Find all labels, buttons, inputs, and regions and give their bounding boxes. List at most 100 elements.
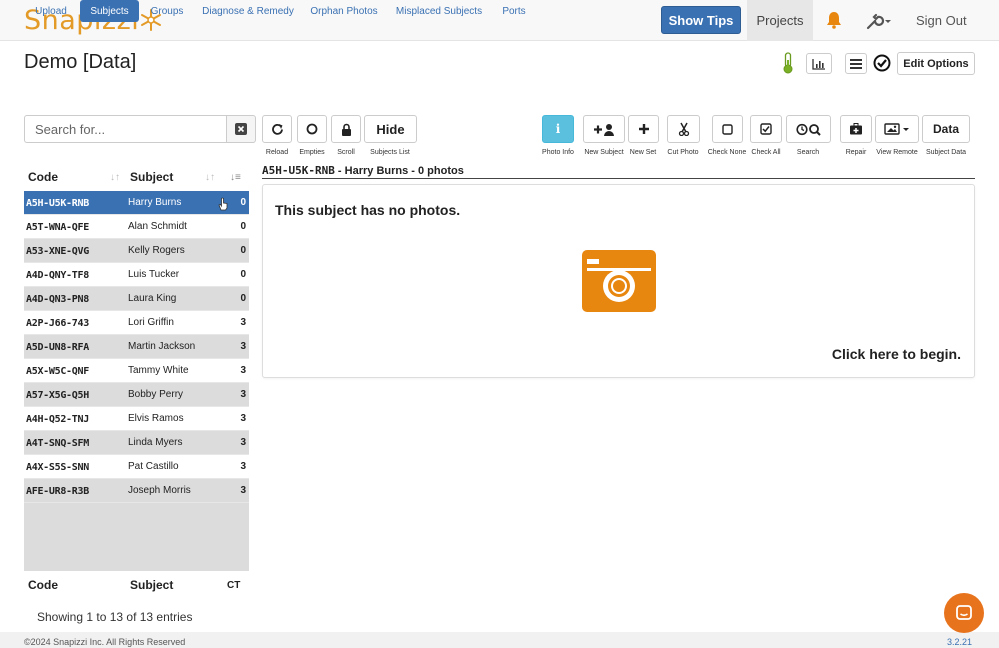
subject-code: A4H-Q52-TNJ	[26, 414, 89, 425]
cut-photo-label: Cut Photo	[667, 149, 699, 156]
table-row[interactable]: A2P-J66-743 Lori Griffin 3	[24, 311, 249, 335]
tab-misplaced-subjects[interactable]: Misplaced Subjects	[391, 0, 487, 22]
table-row[interactable]: A4D-QNY-TF8 Luis Tucker 0	[24, 263, 249, 287]
view-remote-label: View Remote	[876, 149, 918, 156]
subject-name: Harry Burns	[128, 197, 182, 208]
projects-nav-link[interactable]: Projects	[747, 0, 813, 41]
new-set-label: New Set	[629, 149, 657, 156]
view-remote-button[interactable]	[875, 115, 919, 143]
new-subject-button[interactable]	[583, 115, 625, 143]
scissors-icon	[678, 122, 689, 136]
tab-orphan-photos[interactable]: Orphan Photos	[305, 0, 383, 22]
subject-data-label: Subject Data	[925, 149, 967, 156]
check-none-button[interactable]	[712, 115, 743, 143]
subject-code: A5T-WNA-QFE	[26, 222, 89, 233]
bar-chart-icon	[812, 58, 825, 70]
repair-button[interactable]	[840, 115, 872, 143]
table-row[interactable]: A4D-QN3-PN8 Laura King 0	[24, 287, 249, 311]
click-to-begin-link[interactable]: Click here to begin.	[832, 346, 961, 362]
tab-diagnose-remedy[interactable]: Diagnose & Remedy	[199, 0, 297, 22]
wrench-icon[interactable]	[865, 12, 893, 30]
photo-info-button[interactable]: i	[542, 115, 574, 143]
check-circle-icon[interactable]	[873, 54, 891, 72]
lock-icon	[341, 123, 351, 136]
column-header-code[interactable]: Code	[28, 170, 58, 184]
table-row[interactable]: A5H-U5K-RNB Harry Burns 0	[24, 191, 249, 215]
list-icon	[850, 58, 862, 69]
sign-out-link[interactable]: Sign Out	[916, 13, 967, 28]
entries-info: Showing 1 to 13 of 13 entries	[37, 610, 193, 624]
search-input[interactable]	[24, 115, 226, 143]
search-button[interactable]	[786, 115, 831, 143]
edit-options-button[interactable]: Edit Options	[897, 52, 975, 75]
tab-groups[interactable]: Groups	[143, 0, 191, 22]
table-row[interactable]: A5D-UN8-RFA Martin Jackson 3	[24, 335, 249, 359]
reload-button[interactable]	[262, 115, 292, 143]
table-row[interactable]: A5X-W5C-QNF Tammy White 3	[24, 359, 249, 383]
search-label: Search	[796, 149, 820, 156]
table-row[interactable]: A4H-Q52-TNJ Elvis Ramos 3	[24, 407, 249, 431]
empties-button[interactable]	[297, 115, 327, 143]
sort-icon[interactable]: ↓↑	[205, 172, 215, 183]
tab-subjects[interactable]: Subjects	[80, 0, 139, 22]
subject-code: A5D-UN8-RFA	[26, 342, 89, 353]
tab-ports[interactable]: Ports	[495, 0, 533, 22]
subject-name: Linda Myers	[128, 437, 183, 448]
medkit-icon	[850, 123, 862, 135]
photo-dropzone[interactable]: This subject has no photos. Click here t…	[262, 184, 975, 378]
camera-icon[interactable]	[581, 249, 657, 313]
footer-header-ct: CT	[227, 580, 241, 591]
subject-detail-info: - Harry Burns - 0 photos	[337, 165, 464, 177]
stats-button[interactable]	[806, 53, 832, 74]
subject-name: Elvis Ramos	[128, 413, 184, 424]
cut-photo-button[interactable]	[667, 115, 700, 143]
no-photos-message: This subject has no photos.	[275, 202, 461, 218]
sort-icon[interactable]: ↓↑	[110, 172, 120, 183]
check-none-label: Check None	[707, 149, 747, 156]
table-row[interactable]: A5T-WNA-QFE Alan Schmidt 0	[24, 215, 249, 239]
reload-icon	[271, 123, 283, 135]
footer-header-code: Code	[28, 578, 58, 592]
checkbox-empty-icon	[722, 123, 733, 135]
scroll-lock-button[interactable]	[331, 115, 361, 143]
table-row[interactable]: A57-X5G-Q5H Bobby Perry 3	[24, 383, 249, 407]
subject-list[interactable]: A5H-U5K-RNB Harry Burns 0 A5T-WNA-QFE Alan …	[24, 191, 249, 571]
check-all-button[interactable]	[750, 115, 782, 143]
subject-name: Martin Jackson	[128, 341, 196, 352]
photo-count: 3	[240, 485, 246, 496]
photo-count: 3	[240, 389, 246, 400]
subject-name: Lori Griffin	[128, 317, 174, 328]
sort-ct-icon[interactable]: ↓≡	[230, 172, 241, 183]
table-row[interactable]: AFE-UR8-R3B Joseph Morris 3	[24, 479, 249, 503]
photo-count: 0	[240, 221, 246, 232]
hide-list-button[interactable]: Hide	[364, 115, 417, 143]
photo-count: 3	[240, 317, 246, 328]
photo-count: 0	[240, 197, 246, 208]
table-row[interactable]: A4T-SNQ-SFM Linda Myers 3	[24, 431, 249, 455]
tab-upload[interactable]: Upload	[24, 0, 78, 22]
search-clear-button[interactable]	[226, 115, 256, 143]
subject-name: Laura King	[128, 293, 177, 304]
clear-icon	[235, 123, 247, 135]
subject-name: Luis Tucker	[128, 269, 180, 280]
chat-launcher-button[interactable]	[944, 593, 984, 633]
photo-count: 3	[240, 365, 246, 376]
copyright-text: ©2024 Snapizzi Inc. All Rights Reserved	[24, 637, 186, 647]
column-header-subject[interactable]: Subject	[130, 170, 173, 184]
subjects-list-label: Subjects List	[370, 149, 410, 156]
table-row[interactable]: A53-XNE-QVG Kelly Rogers 0	[24, 239, 249, 263]
show-tips-button[interactable]: Show Tips	[661, 6, 741, 34]
photo-count: 3	[240, 413, 246, 424]
table-row[interactable]: A4X-S5S-SNN Pat Castillo 3	[24, 455, 249, 479]
subject-name: Tammy White	[128, 365, 189, 376]
bell-icon[interactable]	[826, 11, 842, 29]
list-view-button[interactable]	[845, 53, 867, 74]
subject-code: A4D-QNY-TF8	[26, 270, 89, 281]
footer-header-subject: Subject	[130, 578, 174, 592]
new-set-button[interactable]	[628, 115, 659, 143]
info-icon: i	[555, 122, 561, 136]
data-button[interactable]: Data	[922, 115, 970, 143]
thermometer-icon[interactable]	[782, 52, 794, 74]
subject-detail-title: A5H-U5K-RNB - Harry Burns - 0 photos	[262, 164, 464, 177]
photo-count: 3	[240, 461, 246, 472]
